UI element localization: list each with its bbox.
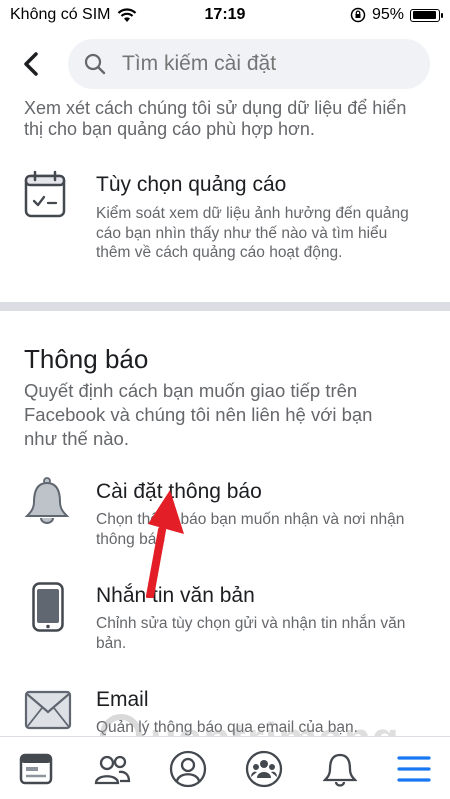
calendar-check-icon [24,170,66,218]
status-right: 95% [350,6,443,24]
notifications-bell-icon [323,753,357,787]
settings-content: Xem xét cách chúng tôi sử dụng dữ liệu đ… [0,94,450,736]
tab-groups[interactable] [242,747,286,791]
text-messaging-subtitle: Chỉnh sửa tùy chọn gửi và nhận tin nhắn … [96,615,406,652]
chevron-left-icon [24,52,38,76]
bell-icon [24,477,70,524]
red-arrow-icon [146,490,184,598]
menu-icon [397,756,431,782]
friends-icon [94,755,131,785]
notifications-section-title: Thông báo [24,344,149,374]
search-header [0,34,450,94]
groups-icon [245,750,283,788]
battery-icon [410,8,443,22]
phone-icon [32,582,64,632]
tab-news-feed[interactable] [14,747,58,791]
tab-friends[interactable] [90,747,134,791]
tab-menu[interactable] [392,747,436,791]
tab-notifications[interactable] [318,747,362,791]
battery-percent: 95% [371,6,404,23]
bottom-tab-bar [0,736,450,799]
status-bar: Không có SIM 17:19 95% [0,0,450,30]
ad-preferences-title: Tùy chọn quảng cáo [96,173,287,196]
news-feed-icon [19,753,53,785]
profile-icon [169,750,207,788]
section-divider [0,302,450,311]
tab-profile[interactable] [166,747,210,791]
envelope-icon [24,690,72,730]
back-button[interactable] [16,48,48,80]
email-title: Email [96,688,149,711]
search-icon [84,53,106,75]
notifications-section-description: Quyết định cách bạn muốn giao tiếp trên … [24,380,373,449]
search-input[interactable] [122,39,412,89]
ads-intro-text: Xem xét cách chúng tôi sử dụng dữ liệu đ… [24,98,407,139]
orientation-lock-icon [350,7,366,23]
ad-preferences-subtitle: Kiểm soát xem dữ liệu ảnh hưởng đến quản… [96,205,409,261]
search-box[interactable] [68,39,430,89]
battery-level [412,11,436,19]
